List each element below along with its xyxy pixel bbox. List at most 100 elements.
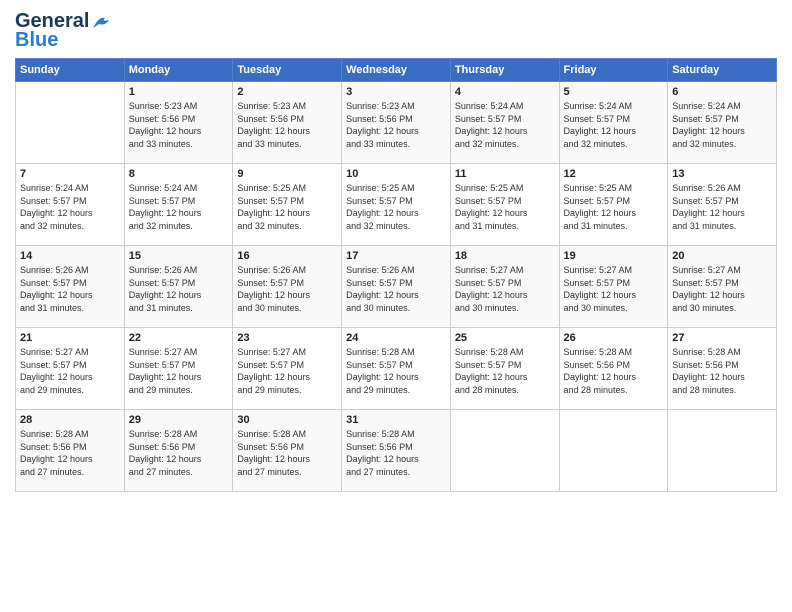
week-row-4: 28 Sunrise: 5:28 AM Sunset: 5:56 PM Dayli… [16, 410, 777, 492]
calendar-cell: 14 Sunrise: 5:26 AM Sunset: 5:57 PM Dayli… [16, 246, 125, 328]
calendar-cell: 22 Sunrise: 5:27 AM Sunset: 5:57 PM Dayli… [124, 328, 233, 410]
cell-date: 12 [564, 168, 664, 180]
day-header-saturday: Saturday [668, 59, 777, 82]
calendar-cell: 4Sunrise: 5:24 AM Sunset: 5:57 PM Daylig… [450, 82, 559, 164]
calendar-page: General Blue SundayMondayTuesdayWednesda… [0, 0, 792, 612]
calendar-cell: 17Sunrise: 5:26 AM Sunset: 5:57 PM Dayli… [342, 246, 451, 328]
cell-info: Sunrise: 5:27 AM Sunset: 5:57 PM Dayligh… [455, 264, 555, 314]
day-header-tuesday: Tuesday [233, 59, 342, 82]
cell-date: 23 [237, 332, 337, 344]
cell-date: 28 [20, 414, 120, 426]
logo-bird-icon [91, 14, 113, 30]
cell-date: 20 [672, 250, 772, 262]
day-header-friday: Friday [559, 59, 668, 82]
calendar-cell [668, 410, 777, 492]
cell-info: Sunrise: 5:27 AM Sunset: 5:57 PM Dayligh… [129, 346, 229, 396]
calendar-table: SundayMondayTuesdayWednesdayThursdayFrid… [15, 58, 777, 492]
calendar-cell: 19 Sunrise: 5:27 AM Sunset: 5:57 PM Dayli… [559, 246, 668, 328]
cell-info: Sunrise: 5:27 AM Sunset: 5:57 PM Dayligh… [672, 264, 772, 314]
day-header-monday: Monday [124, 59, 233, 82]
cell-info: Sunrise: 5:23 AM Sunset: 5:56 PM Dayligh… [237, 100, 337, 150]
cell-date: 22 [129, 332, 229, 344]
cell-info: Sunrise: 5:25 AM Sunset: 5:57 PM Dayligh… [346, 182, 446, 232]
cell-date: 25 [455, 332, 555, 344]
calendar-cell: 16 Sunrise: 5:26 AM Sunset: 5:57 PM Dayli… [233, 246, 342, 328]
cell-date: 24 [346, 332, 446, 344]
cell-date: 13 [672, 168, 772, 180]
calendar-cell: 11 Sunrise: 5:25 AM Sunset: 5:57 PM Dayli… [450, 164, 559, 246]
cell-info: Sunrise: 5:25 AM Sunset: 5:57 PM Dayligh… [564, 182, 664, 232]
cell-info: Sunrise: 5:26 AM Sunset: 5:57 PM Dayligh… [672, 182, 772, 232]
calendar-cell: 7 Sunrise: 5:24 AM Sunset: 5:57 PM Daylig… [16, 164, 125, 246]
cell-info: Sunrise: 5:28 AM Sunset: 5:57 PM Dayligh… [455, 346, 555, 396]
calendar-cell: 29 Sunrise: 5:28 AM Sunset: 5:56 PM Dayli… [124, 410, 233, 492]
cell-info: Sunrise: 5:28 AM Sunset: 5:57 PM Dayligh… [346, 346, 446, 396]
cell-date: 7 [20, 168, 120, 180]
cell-info: Sunrise: 5:28 AM Sunset: 5:56 PM Dayligh… [20, 428, 120, 478]
calendar-cell: 2 Sunrise: 5:23 AM Sunset: 5:56 PM Daylig… [233, 82, 342, 164]
cell-info: Sunrise: 5:27 AM Sunset: 5:57 PM Dayligh… [564, 264, 664, 314]
cell-info: Sunrise: 5:26 AM Sunset: 5:57 PM Dayligh… [346, 264, 446, 314]
calendar-cell [450, 410, 559, 492]
cell-info: Sunrise: 5:24 AM Sunset: 5:57 PM Dayligh… [564, 100, 664, 150]
cell-date: 19 [564, 250, 664, 262]
cell-info: Sunrise: 5:28 AM Sunset: 5:56 PM Dayligh… [129, 428, 229, 478]
calendar-cell: 10 Sunrise: 5:25 AM Sunset: 5:57 PM Dayli… [342, 164, 451, 246]
cell-info: Sunrise: 5:26 AM Sunset: 5:57 PM Dayligh… [20, 264, 120, 314]
logo-blue: Blue [15, 29, 58, 52]
cell-info: Sunrise: 5:26 AM Sunset: 5:57 PM Dayligh… [237, 264, 337, 314]
cell-info: Sunrise: 5:25 AM Sunset: 5:57 PM Dayligh… [237, 182, 337, 232]
calendar-cell: 25 Sunrise: 5:28 AM Sunset: 5:57 PM Dayli… [450, 328, 559, 410]
cell-info: Sunrise: 5:24 AM Sunset: 5:57 PM Dayligh… [455, 100, 555, 150]
calendar-cell: 9Sunrise: 5:25 AM Sunset: 5:57 PM Daylig… [233, 164, 342, 246]
cell-date: 15 [129, 250, 229, 262]
day-header-thursday: Thursday [450, 59, 559, 82]
calendar-cell: 1Sunrise: 5:23 AM Sunset: 5:56 PM Daylig… [124, 82, 233, 164]
calendar-cell: 6Sunrise: 5:24 AM Sunset: 5:57 PM Daylig… [668, 82, 777, 164]
cell-info: Sunrise: 5:28 AM Sunset: 5:56 PM Dayligh… [672, 346, 772, 396]
cell-date: 2 [237, 86, 337, 98]
calendar-cell: 24 Sunrise: 5:28 AM Sunset: 5:57 PM Dayli… [342, 328, 451, 410]
cell-info: Sunrise: 5:23 AM Sunset: 5:56 PM Dayligh… [346, 100, 446, 150]
cell-date: 30 [237, 414, 337, 426]
calendar-cell: 5 Sunrise: 5:24 AM Sunset: 5:57 PM Daylig… [559, 82, 668, 164]
cell-date: 11 [455, 168, 555, 180]
calendar-cell: 13 Sunrise: 5:26 AM Sunset: 5:57 PM Dayli… [668, 164, 777, 246]
cell-date: 3 [346, 86, 446, 98]
cell-info: Sunrise: 5:27 AM Sunset: 5:57 PM Dayligh… [20, 346, 120, 396]
calendar-header: SundayMondayTuesdayWednesdayThursdayFrid… [16, 59, 777, 82]
cell-info: Sunrise: 5:28 AM Sunset: 5:56 PM Dayligh… [237, 428, 337, 478]
cell-info: Sunrise: 5:25 AM Sunset: 5:57 PM Dayligh… [455, 182, 555, 232]
header: General Blue [15, 10, 777, 52]
cell-info: Sunrise: 5:24 AM Sunset: 5:57 PM Dayligh… [129, 182, 229, 232]
day-header-sunday: Sunday [16, 59, 125, 82]
cell-info: Sunrise: 5:28 AM Sunset: 5:56 PM Dayligh… [346, 428, 446, 478]
cell-date: 5 [564, 86, 664, 98]
cell-date: 21 [20, 332, 120, 344]
cell-date: 10 [346, 168, 446, 180]
cell-date: 27 [672, 332, 772, 344]
week-row-0: 1Sunrise: 5:23 AM Sunset: 5:56 PM Daylig… [16, 82, 777, 164]
calendar-cell: 20 Sunrise: 5:27 AM Sunset: 5:57 PM Dayli… [668, 246, 777, 328]
cell-info: Sunrise: 5:24 AM Sunset: 5:57 PM Dayligh… [20, 182, 120, 232]
calendar-cell: 21 Sunrise: 5:27 AM Sunset: 5:57 PM Dayli… [16, 328, 125, 410]
calendar-cell: 3 Sunrise: 5:23 AM Sunset: 5:56 PM Daylig… [342, 82, 451, 164]
week-row-2: 14 Sunrise: 5:26 AM Sunset: 5:57 PM Dayli… [16, 246, 777, 328]
calendar-cell: 27 Sunrise: 5:28 AM Sunset: 5:56 PM Dayli… [668, 328, 777, 410]
cell-date: 14 [20, 250, 120, 262]
header-row: SundayMondayTuesdayWednesdayThursdayFrid… [16, 59, 777, 82]
logo: General Blue [15, 10, 113, 52]
day-header-wednesday: Wednesday [342, 59, 451, 82]
cell-date: 8 [129, 168, 229, 180]
cell-info: Sunrise: 5:24 AM Sunset: 5:57 PM Dayligh… [672, 100, 772, 150]
cell-info: Sunrise: 5:27 AM Sunset: 5:57 PM Dayligh… [237, 346, 337, 396]
calendar-cell: 23 Sunrise: 5:27 AM Sunset: 5:57 PM Dayli… [233, 328, 342, 410]
cell-date: 26 [564, 332, 664, 344]
calendar-cell: 28 Sunrise: 5:28 AM Sunset: 5:56 PM Dayli… [16, 410, 125, 492]
cell-info: Sunrise: 5:26 AM Sunset: 5:57 PM Dayligh… [129, 264, 229, 314]
calendar-cell [559, 410, 668, 492]
cell-date: 16 [237, 250, 337, 262]
cell-info: Sunrise: 5:28 AM Sunset: 5:56 PM Dayligh… [564, 346, 664, 396]
cell-date: 29 [129, 414, 229, 426]
calendar-cell: 26 Sunrise: 5:28 AM Sunset: 5:56 PM Dayli… [559, 328, 668, 410]
